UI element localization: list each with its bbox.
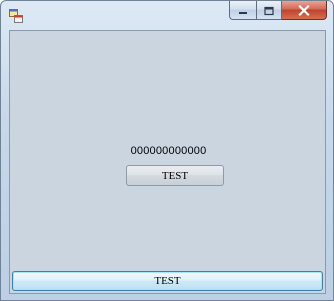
app-icon[interactable] [9, 8, 23, 23]
maximize-button[interactable] [256, 1, 282, 20]
test-button-bottom[interactable]: TEST [12, 271, 323, 291]
app-window: 000000000000 TEST TEST [0, 0, 334, 301]
form-client-area: 000000000000 TEST TEST [9, 30, 326, 294]
close-icon [298, 1, 310, 20]
number-label: 000000000000 [130, 145, 207, 157]
title-bar[interactable] [1, 1, 333, 29]
minimize-button[interactable] [229, 1, 256, 20]
caption-buttons [229, 1, 327, 21]
maximize-icon [264, 1, 274, 20]
test-button-center[interactable]: TEST [126, 165, 224, 186]
close-button[interactable] [282, 1, 327, 20]
minimize-icon [238, 1, 248, 20]
